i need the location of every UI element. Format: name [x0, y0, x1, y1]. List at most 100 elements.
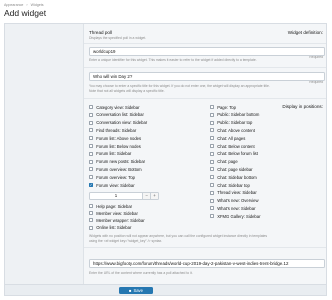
position-checkbox-item[interactable]: Chat: Below content: [210, 143, 255, 149]
position-label: Forum overview: Top: [96, 174, 135, 180]
position-label: Find threads: Sidebar: [96, 127, 137, 133]
position-checkbox-item[interactable]: Forum new posts: Sidebar: [89, 159, 145, 165]
checkbox[interactable]: [210, 112, 215, 117]
position-checkbox-item[interactable]: Category view: Sidebar: [89, 104, 139, 110]
checkbox[interactable]: [210, 198, 215, 203]
checkbox[interactable]: [89, 104, 94, 110]
checkbox[interactable]: [89, 128, 94, 133]
position-checkbox-item[interactable]: Forum list: Below nodes: [89, 143, 141, 149]
checkbox[interactable]: [89, 136, 94, 141]
checkbox[interactable]: [89, 203, 94, 209]
divider: [84, 98, 326, 99]
checkbox[interactable]: [89, 151, 94, 156]
checkbox[interactable]: [210, 143, 215, 149]
position-label: Chat: All pages: [217, 135, 246, 141]
checkbox[interactable]: [89, 218, 94, 223]
position-checkbox-item[interactable]: Conversation view: Sidebar: [89, 120, 147, 126]
position-label: Forum list: Sidebar: [96, 151, 132, 157]
checkbox[interactable]: [210, 104, 215, 110]
position-label: Chat: page sidebar: [217, 166, 253, 172]
position-checkbox-item[interactable]: Chat: Sidebar top: [210, 182, 250, 188]
position-checkbox-item[interactable]: Online list: Sidebar: [89, 225, 131, 231]
display-order-stepper[interactable]: 1 − +: [89, 192, 159, 200]
checkbox[interactable]: [89, 120, 94, 125]
increment-button[interactable]: +: [150, 193, 158, 199]
position-label: Forum overview: Bottom: [96, 166, 142, 172]
breadcrumb: Appearance › Widgets: [4, 3, 46, 7]
position-label: Conversation list: Sidebar: [96, 112, 144, 118]
position-label: Conversation view: Sidebar: [96, 120, 148, 126]
decrement-button[interactable]: −: [142, 193, 150, 199]
position-checkbox-item[interactable]: Public: Sidebar top: [210, 120, 252, 126]
title-help-note: Note that not all widgets will display a…: [89, 89, 165, 93]
title-help: You may choose to enter a specific title…: [89, 84, 270, 88]
checkbox[interactable]: [89, 211, 94, 216]
positions-label: Display in positions:: [282, 104, 323, 109]
breadcrumb-separator: ›: [26, 3, 28, 7]
position-label: Thread view: Sidebar: [217, 190, 257, 196]
form-submit-row: ■ Save: [5, 284, 326, 295]
save-button[interactable]: ■ Save: [119, 287, 153, 294]
position-checkbox-item[interactable]: XFMG Gallery: Sidebar: [210, 213, 260, 219]
position-checkbox-item[interactable]: Page: Top: [210, 104, 236, 110]
divider: [84, 247, 326, 248]
position-checkbox-item[interactable]: Public: Sidebar bottom: [210, 112, 259, 118]
position-checkbox-item[interactable]: Chat: Below forum list: [210, 151, 258, 157]
content-url-help: Enter the URL of the content where curre…: [89, 271, 193, 275]
position-checkbox-item[interactable]: Chat: page: [210, 159, 238, 165]
position-checkbox-item[interactable]: Chat: page sidebar: [210, 166, 253, 172]
content-url-input[interactable]: https://www.bigfooty.com/forum/threads/w…: [89, 259, 325, 268]
position-checkbox-item[interactable]: Forum overview: Top: [89, 174, 135, 180]
checkbox[interactable]: [89, 175, 94, 180]
breadcrumb-item[interactable]: Widgets: [31, 3, 44, 7]
position-label: Forum new posts: Sidebar: [96, 159, 146, 165]
checkbox[interactable]: [210, 167, 215, 172]
position-label: Page: Top: [217, 104, 236, 110]
position-label: Chat: Below forum list: [217, 151, 258, 157]
checkbox[interactable]: [210, 151, 215, 156]
position-checkbox-item[interactable]: Forum list: Above nodes: [89, 135, 141, 141]
checkbox[interactable]: [210, 190, 215, 195]
position-checkbox-item[interactable]: Chat: Sidebar bottom: [210, 174, 257, 180]
position-label: Public: Sidebar top: [217, 120, 253, 126]
position-checkbox-item[interactable]: Forum list: Sidebar: [89, 151, 131, 157]
position-checkbox-item[interactable]: Forum overview: Bottom: [89, 166, 142, 172]
position-label: Public: Sidebar bottom: [217, 112, 260, 118]
checkbox[interactable]: [210, 128, 215, 133]
checkbox[interactable]: [210, 136, 215, 141]
position-label: What's new: Overview: [217, 198, 259, 204]
checkbox[interactable]: [210, 206, 215, 211]
checkbox[interactable]: [89, 143, 94, 149]
position-checkbox-item[interactable]: ✓ Forum view: Sidebar: [89, 182, 135, 188]
position-checkbox-item[interactable]: Chat: Above content: [210, 127, 255, 133]
position-checkbox-item[interactable]: Thread view: Sidebar: [210, 190, 257, 196]
widget-key-input[interactable]: worldcup19: [89, 47, 325, 56]
title-input[interactable]: Who will win Day 2?: [89, 72, 325, 81]
widget-definition-help: Displays the specified poll in a widget.: [89, 36, 147, 40]
checkbox[interactable]: [210, 182, 215, 188]
position-checkbox-item[interactable]: Conversation list: Sidebar: [89, 112, 144, 118]
widget-form: Widget definition: Thread poll Displays …: [4, 23, 327, 296]
position-checkbox-item[interactable]: Find threads: Sidebar: [89, 127, 136, 133]
save-label: Save: [133, 288, 143, 293]
checkbox[interactable]: [210, 159, 215, 164]
checkbox[interactable]: [89, 112, 94, 117]
position-checkbox-item[interactable]: What's new: Overview: [210, 198, 258, 204]
checkbox[interactable]: [89, 167, 94, 172]
position-checkbox-item[interactable]: Help page: Sidebar: [89, 203, 132, 209]
checkbox[interactable]: [210, 214, 215, 219]
checkbox[interactable]: [89, 225, 94, 230]
checkbox-checked[interactable]: ✓: [89, 182, 94, 188]
checkbox[interactable]: [210, 175, 215, 180]
checkbox[interactable]: [210, 120, 215, 125]
position-checkbox-item[interactable]: What's new: Sidebar: [210, 205, 255, 211]
position-label: Chat: Above content: [217, 127, 255, 133]
breadcrumb-item[interactable]: Appearance: [4, 3, 23, 7]
checkbox[interactable]: [89, 159, 94, 164]
position-label: Chat: Sidebar bottom: [217, 174, 257, 180]
display-order-value[interactable]: 1: [90, 193, 142, 199]
position-checkbox-item[interactable]: Member wrapper: Sidebar: [89, 217, 145, 223]
position-checkbox-item[interactable]: Member view: Sidebar: [89, 210, 138, 216]
position-checkbox-item[interactable]: Chat: All pages: [210, 135, 245, 141]
divider: [84, 43, 326, 44]
